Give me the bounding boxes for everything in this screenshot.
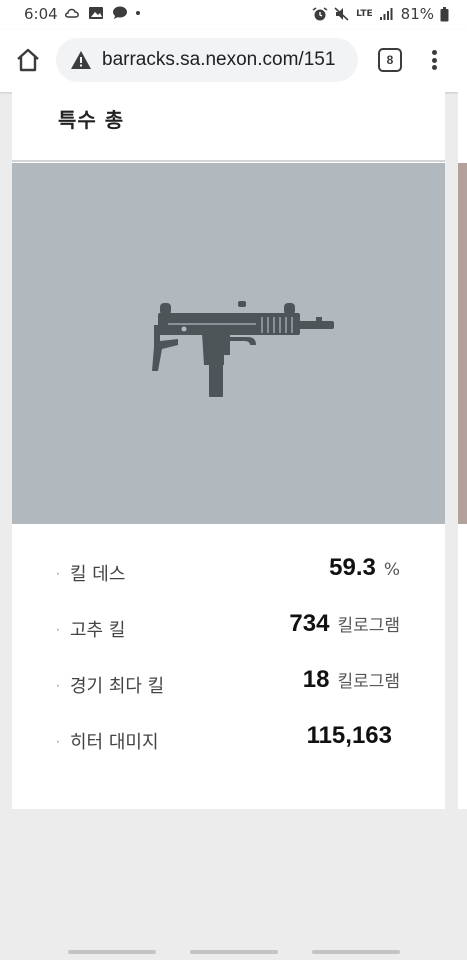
more-vert-icon-dot [431,65,437,70]
stat-value: 115,163 [306,722,392,749]
gesture-navigation-bar [0,944,467,960]
more-vert-icon-dot [431,50,437,55]
more-vert-icon-dot [431,57,437,63]
stat-label: 킬 데스 [70,564,126,585]
network-type-label: LTE [356,8,373,19]
weapon-image-panel [12,163,445,524]
uzi-smg-icon [152,301,334,397]
more-notifications-dot [136,11,140,15]
stat-value: 734 [289,610,330,637]
tab-switcher-button[interactable]: 8 [378,48,402,72]
nav-back-handle[interactable] [312,950,400,954]
url-text[interactable]: barracks.sa.nexon.com/151 [102,49,335,71]
image-notification-icon [88,6,104,20]
address-bar[interactable]: barracks.sa.nexon.com/151 [56,38,358,82]
nav-home-handle[interactable] [190,950,278,954]
bullet-point: · [56,567,60,581]
browser-toolbar: barracks.sa.nexon.com/151 8 [0,30,467,92]
weapon-stats-card: 특수 총 · 킬 데스 59.3 % · 고추 킬 734 킬로그램 · 경기 … [12,92,445,809]
stat-unit: 킬로그램 [337,616,400,636]
stat-value-group: 115,163 [307,722,400,750]
stats-list: · 킬 데스 59.3 % · 고추 킬 734 킬로그램 · 경기 최다 킬 … [12,554,445,778]
card-title: 특수 총 [58,108,125,132]
bullet-point: · [56,735,60,749]
stat-label: 히터 대미지 [70,732,159,753]
battery-icon [440,7,449,22]
stat-unit: % [383,560,400,580]
nav-recents-handle[interactable] [68,950,156,954]
stat-row-kill-death: · 킬 데스 59.3 % [12,554,445,610]
stat-value-group: 59.3 % [329,554,400,582]
stat-label: 경기 최다 킬 [70,676,165,697]
system-icons: LTE 81% [312,5,449,23]
stat-value-group: 734 킬로그램 [289,610,400,638]
stat-value: 59.3 [329,554,376,581]
bullet-point: · [56,623,60,637]
notification-icons [64,6,140,20]
stat-value-group: 18 킬로그램 [303,666,400,694]
bullet-point: · [56,679,60,693]
cloud-notification-icon [64,6,80,20]
stat-row-kills: · 고추 킬 734 킬로그램 [12,610,445,666]
stat-value: 18 [302,666,330,693]
card-divider [12,160,445,162]
battery-percent: 81% [400,5,434,23]
stat-unit: 킬로그램 [337,672,400,692]
warning-icon[interactable] [70,50,92,70]
chat-notification-icon [112,6,128,20]
more-menu-button[interactable] [424,46,444,74]
mute-icon [334,7,350,21]
signal-icon [379,7,395,21]
home-icon [17,48,39,72]
stat-row-most-kills: · 경기 최다 킬 18 킬로그램 [12,666,445,722]
status-time: 6:04 [24,5,58,23]
stat-label: 고추 킬 [70,620,126,641]
home-button[interactable] [12,44,44,76]
stat-row-damage: · 히터 대미지 115,163 [12,722,445,778]
status-bar: 6:04 LTE 81% [0,0,467,30]
alarm-icon [312,7,328,21]
next-card-image-peek [458,163,467,524]
